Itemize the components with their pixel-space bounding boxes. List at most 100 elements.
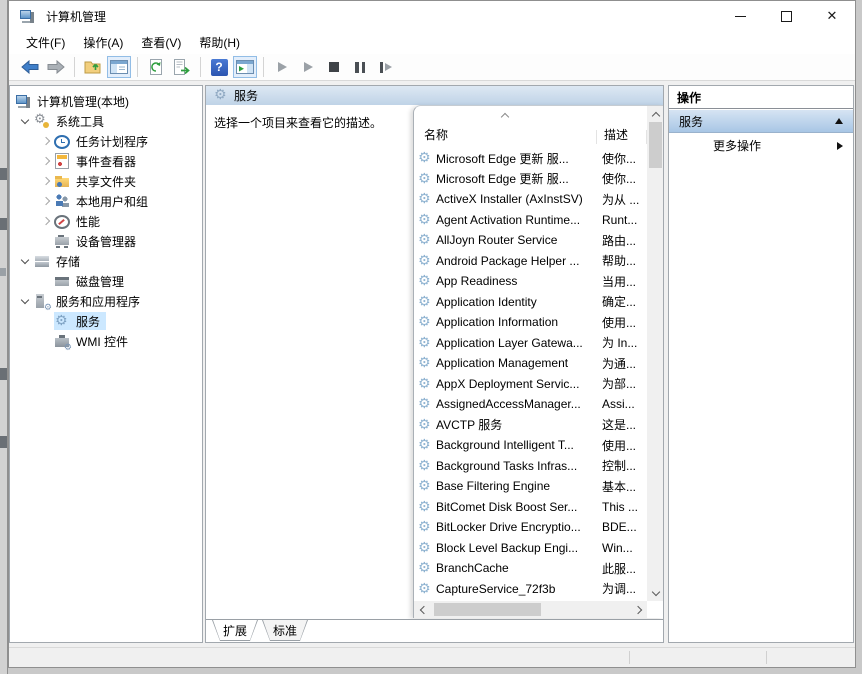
service-description: 路由... <box>596 232 647 249</box>
restart-service-button[interactable] <box>374 56 398 78</box>
service-row[interactable]: BitComet Disk Boost Ser... This ... <box>414 497 647 518</box>
tree-item[interactable]: 计算机管理(本地) <box>10 91 202 111</box>
pause-service-button[interactable] <box>348 56 372 78</box>
scroll-up-icon[interactable] <box>647 106 664 123</box>
service-row[interactable]: Application Information 使用... <box>414 312 647 333</box>
tree-item[interactable]: 设备管理器 <box>10 231 202 251</box>
tree-expand-chevron-icon[interactable] <box>38 313 54 329</box>
service-row[interactable]: BranchCache 此服... <box>414 558 647 579</box>
tree-expand-chevron-icon[interactable] <box>18 113 34 129</box>
tree-item[interactable]: 性能 <box>10 211 202 231</box>
title-bar[interactable]: 计算机管理 ✕ <box>9 1 855 31</box>
service-name: BitComet Disk Boost Ser... <box>434 500 596 514</box>
stop-service-button[interactable] <box>322 56 346 78</box>
service-gear-icon <box>418 191 434 207</box>
service-row[interactable]: Android Package Helper ... 帮助... <box>414 251 647 272</box>
view-tab[interactable]: 标准 <box>262 620 308 641</box>
service-row[interactable]: Base Filtering Engine 基本... <box>414 476 647 497</box>
service-row[interactable]: Application Identity 确定... <box>414 292 647 313</box>
service-row[interactable]: BitLocker Drive Encryptio... BDE... <box>414 517 647 538</box>
vertical-scroll-thumb[interactable] <box>649 122 662 168</box>
tree-item[interactable]: 共享文件夹 <box>10 171 202 191</box>
menu-item[interactable]: 查看(V) <box>132 32 190 53</box>
service-name: Application Identity <box>434 295 596 309</box>
tree-item[interactable]: 服务和应用程序 <box>10 291 202 311</box>
column-divider[interactable] <box>596 130 597 144</box>
column-header-description[interactable]: 描述 <box>604 126 628 143</box>
horizontal-scroll-thumb[interactable] <box>434 603 541 616</box>
service-row[interactable]: Microsoft Edge 更新 服... 使你... <box>414 148 647 169</box>
show-action-pane-button[interactable] <box>233 56 257 78</box>
horizontal-scrollbar[interactable] <box>414 601 647 618</box>
view-tab[interactable]: 扩展 <box>212 620 258 641</box>
scroll-right-icon[interactable] <box>630 601 647 618</box>
service-row[interactable]: Background Intelligent T... 使用... <box>414 435 647 456</box>
more-actions-item[interactable]: 更多操作 <box>669 133 853 158</box>
tree-expand-chevron-icon[interactable] <box>38 233 54 249</box>
service-row[interactable]: Application Layer Gatewa... 为 In... <box>414 333 647 354</box>
console-tree-window-icon <box>110 60 128 74</box>
vertical-scrollbar[interactable] <box>647 106 664 601</box>
show-console-tree-button[interactable] <box>107 56 131 78</box>
help-button[interactable]: ? <box>207 56 231 78</box>
resume-service-button[interactable] <box>296 56 320 78</box>
service-gear-icon <box>418 581 434 597</box>
tree-item[interactable]: 系统工具 <box>10 111 202 131</box>
tree-expand-chevron-icon[interactable] <box>38 213 54 229</box>
tree-item[interactable]: 事件查看器 <box>10 151 202 171</box>
forward-button[interactable] <box>44 56 68 78</box>
tree-item-label: WMI 控件 <box>73 333 131 350</box>
collapse-section-icon[interactable] <box>835 118 843 124</box>
service-row[interactable]: ActiveX Installer (AxInstSV) 为从 ... <box>414 189 647 210</box>
tree-expand-chevron-icon[interactable] <box>38 273 54 289</box>
service-row[interactable]: Microsoft Edge 更新 服... 使你... <box>414 169 647 190</box>
stop-service-icon <box>329 62 339 72</box>
tree-item[interactable]: WMI 控件 <box>10 331 202 351</box>
start-service-button[interactable] <box>270 56 294 78</box>
service-description: Win... <box>596 541 647 555</box>
service-row[interactable]: AllJoyn Router Service 路由... <box>414 230 647 251</box>
service-gear-icon <box>418 478 434 494</box>
tree-expand-chevron-icon[interactable] <box>38 173 54 189</box>
tree-item[interactable]: 服务 <box>10 311 202 331</box>
export-list-button[interactable] <box>170 56 194 78</box>
service-row[interactable]: Background Tasks Infras... 控制... <box>414 456 647 477</box>
maximize-button[interactable] <box>763 1 809 31</box>
column-header-name[interactable]: 名称 <box>424 126 448 143</box>
view-tabstrip: 扩展 标准 <box>206 619 663 642</box>
tree-item[interactable]: 任务计划程序 <box>10 131 202 151</box>
service-row[interactable]: Application Management 为通... <box>414 353 647 374</box>
service-name: Background Tasks Infras... <box>434 459 596 473</box>
computer-management-window: 计算机管理 ✕ 文件(F)操作(A)查看(V)帮助(H) <box>8 0 856 668</box>
tree-expand-chevron-icon[interactable] <box>38 153 54 169</box>
tree-expand-chevron-icon[interactable] <box>38 133 54 149</box>
tree-item-icon <box>54 135 70 149</box>
menu-item[interactable]: 文件(F) <box>17 32 74 53</box>
up-folder-button[interactable] <box>81 56 105 78</box>
service-row[interactable]: AssignedAccessManager... Assi... <box>414 394 647 415</box>
scroll-down-icon[interactable] <box>647 584 664 601</box>
back-button[interactable] <box>18 56 42 78</box>
service-row[interactable]: Block Level Backup Engi... Win... <box>414 538 647 559</box>
tree-item[interactable]: 存储 <box>10 251 202 271</box>
service-row[interactable]: Agent Activation Runtime... Runt... <box>414 210 647 231</box>
menu-item[interactable]: 操作(A) <box>74 32 132 53</box>
app-icon <box>19 8 35 24</box>
tree-expand-chevron-icon[interactable] <box>18 253 34 269</box>
menu-item[interactable]: 帮助(H) <box>190 32 249 53</box>
actions-section-services[interactable]: 服务 <box>669 110 853 133</box>
service-row[interactable]: CaptureService_72f3b 为调... <box>414 579 647 600</box>
list-column-header: 名称 描述 <box>414 106 647 148</box>
service-row[interactable]: AppX Deployment Servic... 为部... <box>414 374 647 395</box>
service-row[interactable]: AVCTP 服务 这是... <box>414 415 647 436</box>
scroll-left-icon[interactable] <box>414 601 431 618</box>
close-button[interactable]: ✕ <box>809 1 855 31</box>
tree-expand-chevron-icon[interactable] <box>38 193 54 209</box>
tree-expand-chevron-icon[interactable] <box>38 333 54 349</box>
minimize-button[interactable] <box>717 1 763 31</box>
tree-item[interactable]: 本地用户和组 <box>10 191 202 211</box>
refresh-button[interactable] <box>144 56 168 78</box>
service-row[interactable]: App Readiness 当用... <box>414 271 647 292</box>
tree-item[interactable]: 磁盘管理 <box>10 271 202 291</box>
tree-expand-chevron-icon[interactable] <box>18 293 34 309</box>
